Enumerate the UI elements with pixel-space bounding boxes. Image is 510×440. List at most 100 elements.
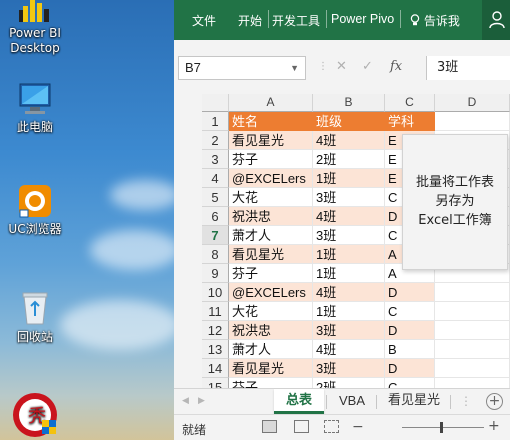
table-cell[interactable]: 萧才人 (229, 340, 313, 359)
row-header[interactable]: 1 (202, 112, 229, 131)
table-cell[interactable]: 芬子 (229, 378, 313, 388)
row-header[interactable]: 9 (202, 264, 229, 283)
desktop-icon-app[interactable]: 秃 (0, 392, 70, 440)
button-label-line: 批量将工作表 (415, 175, 494, 190)
row-header[interactable]: 10 (202, 283, 229, 302)
table-cell[interactable]: 祝洪忠 (229, 321, 313, 340)
enter-check-icon[interactable]: ✓ (362, 59, 373, 74)
zoom-slider-handle[interactable] (440, 422, 443, 433)
table-cell[interactable]: 3班 (313, 188, 385, 207)
empty-cell[interactable] (435, 359, 510, 378)
row-header[interactable]: 7 (202, 226, 229, 245)
sheet-tab-summary[interactable]: 总表 (274, 389, 324, 414)
page-break-view-button[interactable] (324, 420, 339, 433)
header-cell[interactable]: 班级 (313, 112, 385, 131)
header-cell[interactable]: 姓名 (229, 112, 313, 131)
scroll-left-icon[interactable]: ◀ (182, 396, 189, 406)
zoom-slider[interactable] (402, 427, 484, 428)
column-header-d[interactable]: D (435, 94, 510, 112)
table-cell[interactable]: 3班 (313, 359, 385, 378)
empty-cell[interactable] (435, 302, 510, 321)
table-cell[interactable]: 4班 (313, 207, 385, 226)
table-cell[interactable]: 1班 (313, 245, 385, 264)
row-header[interactable]: 8 (202, 245, 229, 264)
table-cell[interactable]: D (385, 359, 435, 378)
zoom-out-button[interactable]: − (352, 419, 364, 435)
table-cell[interactable]: 2班 (313, 378, 385, 388)
table-cell[interactable]: 1班 (313, 169, 385, 188)
row-header[interactable]: 11 (202, 302, 229, 321)
empty-cell[interactable] (435, 321, 510, 340)
formula-buttons: ⋮ ✕ ✓ fx (314, 56, 424, 80)
table-cell[interactable]: 3班 (313, 226, 385, 245)
tab-home[interactable]: 开始 (238, 12, 262, 29)
table-cell[interactable]: 4班 (313, 340, 385, 359)
table-cell[interactable]: @EXCELers (229, 283, 313, 302)
row-header[interactable]: 14 (202, 359, 229, 378)
empty-cell[interactable] (435, 283, 510, 302)
select-all-corner[interactable] (202, 94, 229, 112)
row-header[interactable]: 3 (202, 150, 229, 169)
zoom-in-button[interactable]: + (488, 418, 500, 434)
row-header[interactable]: 4 (202, 169, 229, 188)
row-header[interactable]: 5 (202, 188, 229, 207)
page-layout-view-button[interactable] (294, 420, 309, 433)
sheet-tab-kanjianxingguang[interactable]: 看见星光 (380, 389, 448, 414)
row-header[interactable]: 6 (202, 207, 229, 226)
table-cell[interactable]: D (385, 321, 435, 340)
table-cell[interactable]: 2班 (313, 150, 385, 169)
row-header[interactable]: 12 (202, 321, 229, 340)
table-cell[interactable]: 看见星光 (229, 359, 313, 378)
uc-browser-icon (18, 184, 52, 218)
row-header[interactable]: 2 (202, 131, 229, 150)
account-button[interactable] (482, 0, 510, 40)
desktop-icon-power-bi[interactable]: Power BI Desktop (0, 0, 70, 56)
desktop-icon-this-pc[interactable]: 此电脑 (0, 82, 70, 135)
row-header[interactable]: 15 (202, 378, 229, 388)
table-cell[interactable]: B (385, 340, 435, 359)
scroll-right-icon[interactable]: ▶ (198, 396, 205, 406)
table-cell[interactable]: 4班 (313, 131, 385, 150)
tab-file[interactable]: 文件 (192, 12, 216, 29)
column-header-a[interactable]: A (229, 94, 313, 112)
chevron-down-icon[interactable]: ▼ (290, 57, 299, 79)
tell-me-search[interactable]: 告诉我 (410, 12, 460, 29)
table-cell[interactable]: 看见星光 (229, 245, 313, 264)
name-box[interactable]: B7 ▼ (178, 56, 306, 80)
normal-view-button[interactable] (262, 420, 277, 433)
table-cell[interactable]: 1班 (313, 302, 385, 321)
table-cell[interactable]: D (385, 283, 435, 302)
table-cell[interactable]: C (385, 378, 435, 388)
table-cell[interactable]: 看见星光 (229, 131, 313, 150)
table-cell[interactable]: 萧才人 (229, 226, 313, 245)
save-sheets-as-workbooks-button[interactable]: 批量将工作表 另存为 Excel工作簿 (402, 134, 508, 270)
column-header-b[interactable]: B (313, 94, 385, 112)
desktop-icon-uc-browser[interactable]: UC浏览器 (0, 184, 70, 237)
tab-power-pivot[interactable]: Power Pivo (331, 12, 394, 26)
empty-cell[interactable] (435, 340, 510, 359)
table-cell[interactable]: 4班 (313, 283, 385, 302)
insert-function-button[interactable]: fx (390, 59, 402, 74)
formula-input[interactable]: 3班 (426, 56, 510, 80)
row-header[interactable]: 13 (202, 340, 229, 359)
empty-cell[interactable] (435, 378, 510, 388)
table-cell[interactable]: 大花 (229, 188, 313, 207)
table-cell[interactable]: 3班 (313, 321, 385, 340)
header-cell[interactable]: 学科 (385, 112, 435, 131)
more-tabs-icon[interactable]: ⋮ (460, 394, 472, 408)
column-header-c[interactable]: C (385, 94, 435, 112)
table-cell[interactable]: @EXCELers (229, 169, 313, 188)
cancel-icon[interactable]: ✕ (336, 59, 347, 74)
table-cell[interactable]: C (385, 302, 435, 321)
desktop-icon-recycle-bin[interactable]: 回收站 (0, 290, 70, 345)
table-cell[interactable]: 芬子 (229, 150, 313, 169)
table-cell[interactable]: 1班 (313, 264, 385, 283)
empty-cell[interactable] (435, 112, 510, 131)
table-cell[interactable]: 大花 (229, 302, 313, 321)
tab-developer[interactable]: 开发工具 (272, 12, 320, 29)
cloud-decoration (110, 180, 174, 210)
table-cell[interactable]: 祝洪忠 (229, 207, 313, 226)
sheet-tab-vba[interactable]: VBA (330, 389, 374, 414)
add-sheet-button[interactable]: + (486, 393, 503, 410)
table-cell[interactable]: 芬子 (229, 264, 313, 283)
